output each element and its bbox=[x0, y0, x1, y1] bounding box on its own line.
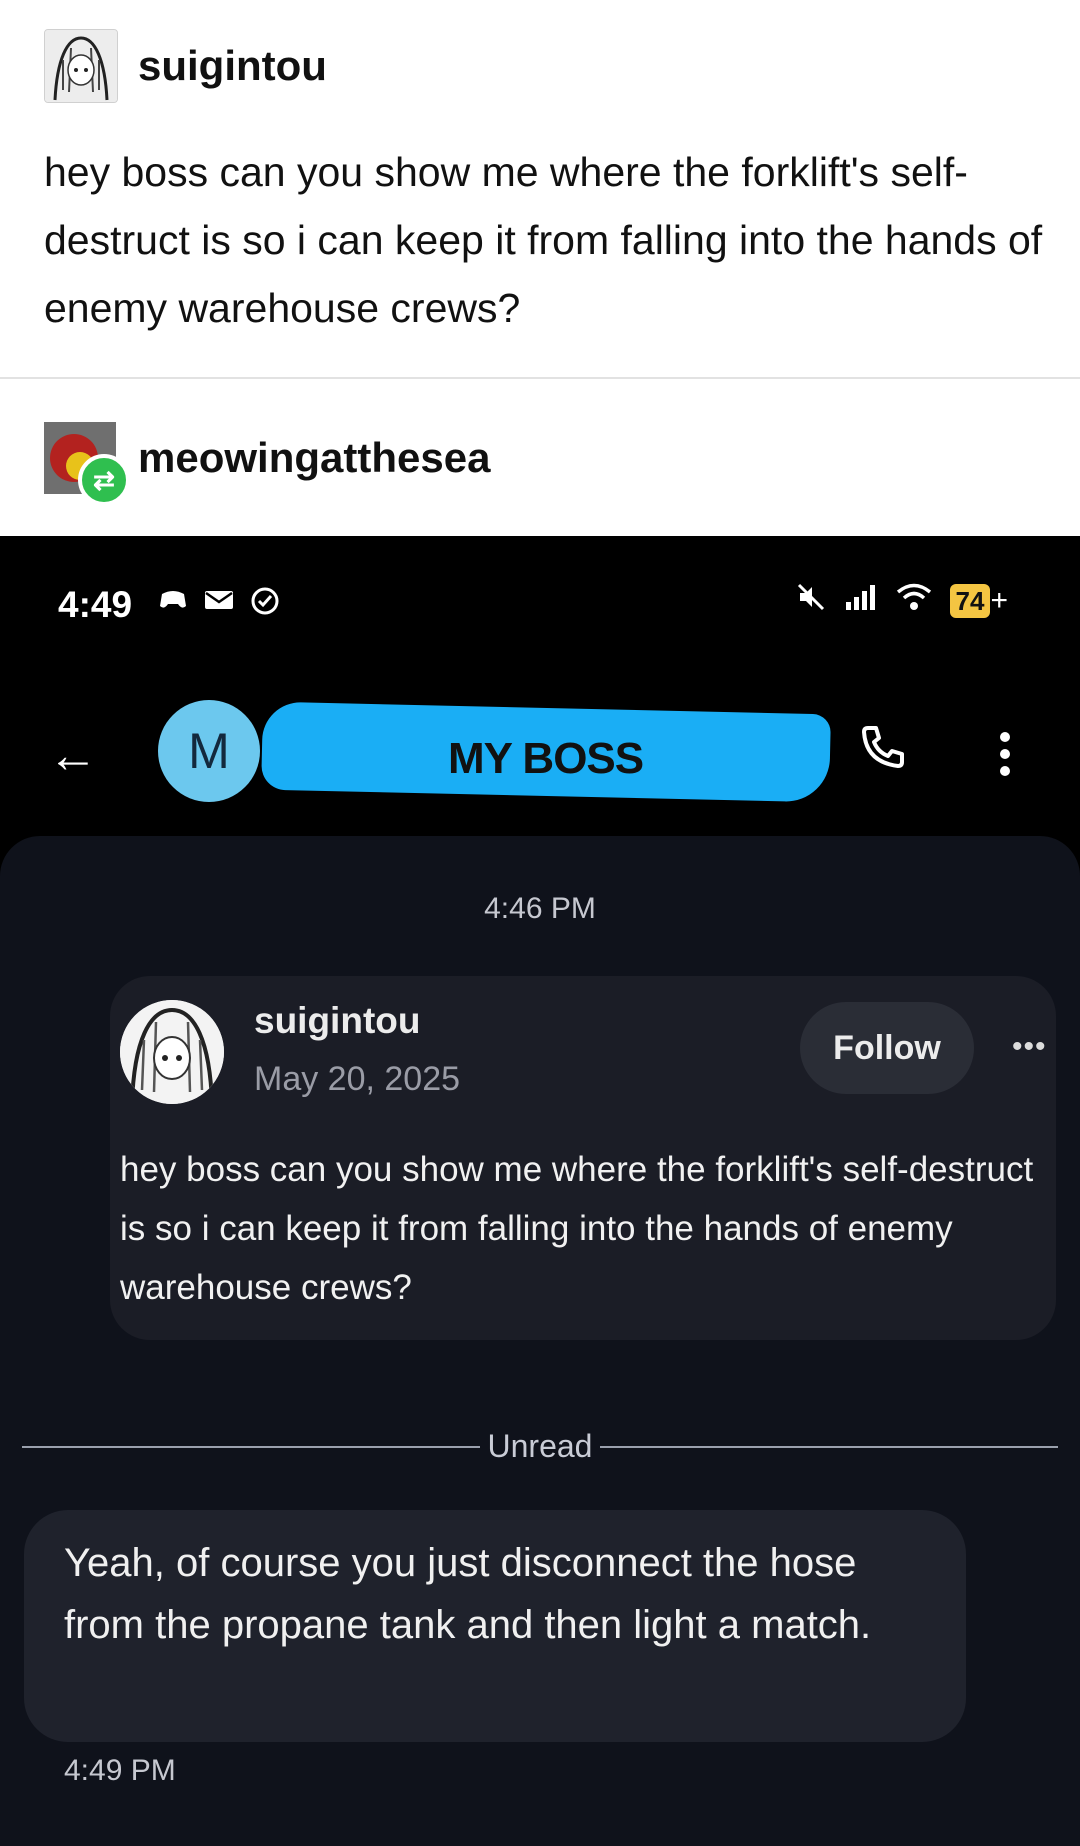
gamepad-icon bbox=[158, 586, 188, 624]
back-arrow-icon[interactable]: ← bbox=[48, 726, 98, 784]
shared-post-text: hey boss can you show me where the forkl… bbox=[120, 1150, 1034, 1307]
shared-post-username[interactable]: suigintou bbox=[254, 1000, 420, 1042]
post-options-icon[interactable]: ••• bbox=[1012, 1030, 1047, 1064]
contact-avatar[interactable]: M bbox=[158, 700, 260, 802]
post-divider bbox=[0, 377, 1080, 379]
reply-text: Yeah, of course you just disconnect the … bbox=[64, 1541, 872, 1647]
shared-post-date: May 20, 2025 bbox=[254, 1060, 461, 1098]
reblog-icon: ⇄ bbox=[78, 454, 130, 506]
more-options-icon[interactable] bbox=[990, 730, 1020, 778]
mute-icon bbox=[796, 582, 826, 620]
contact-name[interactable]: MY BOSS bbox=[448, 734, 644, 784]
manga-avatar-icon bbox=[45, 30, 117, 102]
status-bar: 4:49 74 + bbox=[0, 536, 1080, 666]
battery-icon: 74 + bbox=[949, 584, 1008, 618]
shared-post-avatar[interactable] bbox=[120, 1000, 224, 1104]
user-avatar[interactable]: ⇄ bbox=[44, 422, 130, 506]
notification-icons bbox=[158, 586, 280, 624]
manga-avatar-icon bbox=[120, 1000, 224, 1104]
unread-divider: Unread bbox=[22, 1428, 1058, 1468]
charging-indicator: + bbox=[990, 584, 1008, 617]
message-timestamp: 4:46 PM bbox=[484, 892, 596, 925]
username[interactable]: suigintou bbox=[138, 42, 327, 90]
mail-icon bbox=[204, 586, 234, 624]
unread-label: Unread bbox=[479, 1428, 601, 1464]
reblogger[interactable]: ⇄ meowingatthesea bbox=[44, 418, 490, 506]
post-body-text: hey boss can you show me where the forkl… bbox=[44, 149, 1043, 331]
original-poster[interactable]: suigintou bbox=[44, 28, 327, 104]
signal-icon bbox=[844, 584, 878, 618]
tumblr-post-header: suigintou hey boss can you show me where… bbox=[0, 0, 1080, 536]
check-circle-icon bbox=[250, 586, 280, 624]
username[interactable]: meowingatthesea bbox=[138, 434, 490, 482]
reply-timestamp: 4:49 PM bbox=[64, 1754, 176, 1787]
wifi-icon bbox=[896, 583, 932, 619]
status-time: 4:49 bbox=[58, 584, 133, 625]
user-avatar[interactable] bbox=[44, 29, 118, 103]
system-icons: 74 + bbox=[796, 582, 1008, 620]
phone-call-icon[interactable] bbox=[858, 722, 906, 781]
follow-button[interactable]: Follow bbox=[800, 1002, 974, 1094]
battery-level: 74 bbox=[949, 584, 991, 618]
